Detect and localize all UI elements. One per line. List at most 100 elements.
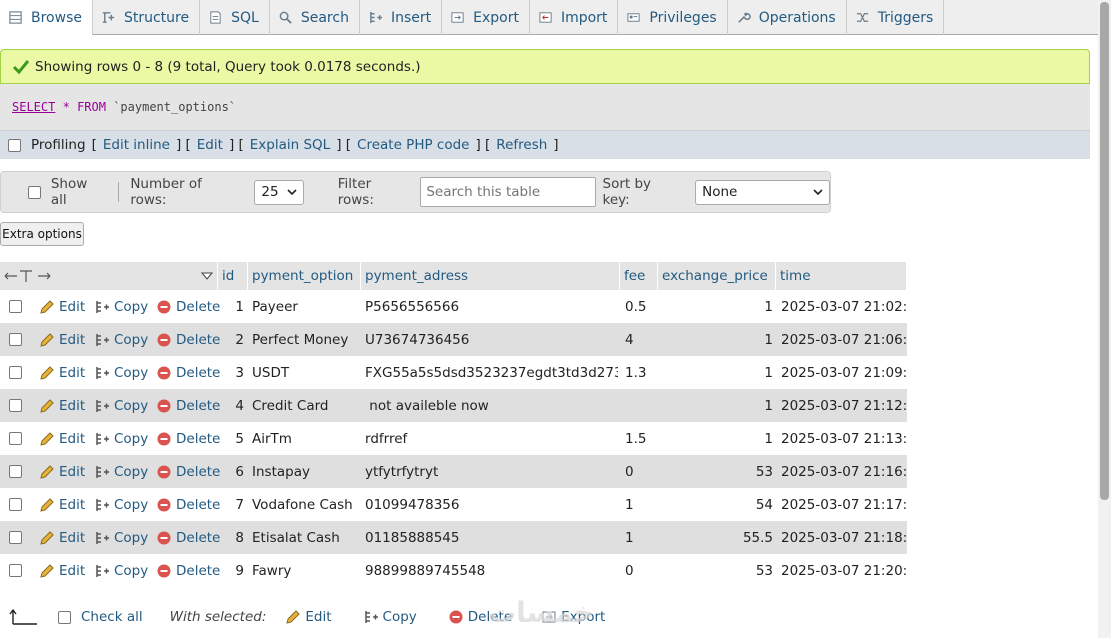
cell-pyment-adress[interactable]: ytfytrfytryt xyxy=(365,455,618,488)
cell-pyment-option[interactable]: Perfect Money xyxy=(252,323,358,356)
cell-pyment-adress[interactable]: FXG55a5s5dsd3523237egdt3td3d273g003 xyxy=(365,356,618,389)
column-header-pyment-option[interactable]: pyment_option xyxy=(248,262,361,290)
row-delete-button[interactable]: Delete xyxy=(156,563,220,579)
column-header-pyment-adress[interactable]: pyment_adress xyxy=(361,262,620,290)
sort-by-key-select[interactable]: None xyxy=(695,179,831,205)
check-all-label[interactable]: Check all xyxy=(81,609,143,625)
cell-pyment-adress[interactable]: not availeble now xyxy=(365,389,618,422)
column-toggle-header[interactable] xyxy=(0,262,218,290)
cell-time[interactable]: 2025-03-07 21:18:31 xyxy=(781,521,907,554)
cell-time[interactable]: 2025-03-07 21:02:25 xyxy=(781,290,907,323)
cell-pyment-option[interactable]: Payeer xyxy=(252,290,358,323)
cell-pyment-option[interactable]: Vodafone Cash xyxy=(252,488,358,521)
row-copy-button[interactable]: Copy xyxy=(94,464,148,480)
edit-inline-link[interactable]: Edit inline xyxy=(103,137,170,153)
tab-sql[interactable]: SQL xyxy=(200,0,270,35)
tab-structure[interactable]: Structure xyxy=(93,0,201,35)
column-dropdown-icon[interactable] xyxy=(201,272,213,280)
cell-id[interactable]: 4 xyxy=(218,389,244,422)
row-delete-button[interactable]: Delete xyxy=(156,299,220,315)
row-checkbox[interactable] xyxy=(9,498,22,511)
row-edit-button[interactable]: Edit xyxy=(39,530,85,546)
tab-triggers[interactable]: Triggers xyxy=(847,0,945,35)
cell-time[interactable]: 2025-03-07 21:16:16 xyxy=(781,455,907,488)
row-copy-button[interactable]: Copy xyxy=(94,530,148,546)
row-delete-button[interactable]: Delete xyxy=(156,530,220,546)
row-checkbox[interactable] xyxy=(9,531,22,544)
row-edit-button[interactable]: Edit xyxy=(39,464,85,480)
refresh-link[interactable]: Refresh xyxy=(496,137,547,153)
cell-exchange-price[interactable]: 53 xyxy=(658,554,773,587)
tab-privileges[interactable]: Privileges xyxy=(618,0,728,35)
cell-fee[interactable]: 0 xyxy=(625,554,657,587)
cell-time[interactable]: 2025-03-07 21:09:10 xyxy=(781,356,907,389)
cell-pyment-adress[interactable]: rdfrref xyxy=(365,422,618,455)
row-checkbox[interactable] xyxy=(9,333,22,346)
sql-query-box[interactable]: SELECT * FROM `payment_options` xyxy=(0,84,1090,130)
column-header-time[interactable]: time xyxy=(776,262,907,290)
row-edit-button[interactable]: Edit xyxy=(39,299,85,315)
row-edit-button[interactable]: Edit xyxy=(39,563,85,579)
cell-exchange-price[interactable]: 54 xyxy=(658,488,773,521)
cell-pyment-option[interactable]: Etisalat Cash xyxy=(252,521,358,554)
row-delete-button[interactable]: Delete xyxy=(156,497,220,513)
cell-pyment-option[interactable]: USDT xyxy=(252,356,358,389)
check-all-checkbox[interactable] xyxy=(58,610,71,624)
cell-exchange-price[interactable]: 1 xyxy=(658,389,773,422)
cell-id[interactable]: 8 xyxy=(218,521,244,554)
row-edit-button[interactable]: Edit xyxy=(39,497,85,513)
cell-pyment-option[interactable]: AirTm xyxy=(252,422,358,455)
show-all-checkbox[interactable] xyxy=(28,185,41,199)
create-php-code-link[interactable]: Create PHP code xyxy=(357,137,469,153)
resize-columns-icon[interactable] xyxy=(4,269,52,283)
cell-id[interactable]: 6 xyxy=(218,455,244,488)
cell-fee[interactable] xyxy=(625,389,657,422)
cell-pyment-option[interactable]: Fawry xyxy=(252,554,358,587)
tab-insert[interactable]: Insert xyxy=(360,0,443,35)
cell-fee[interactable]: 0.5 xyxy=(625,290,657,323)
sql-keyword-select[interactable]: SELECT xyxy=(12,100,55,114)
filter-rows-input[interactable]: Search this table xyxy=(420,177,596,207)
cell-fee[interactable]: 1.3 xyxy=(625,356,657,389)
vertical-scrollbar[interactable] xyxy=(1098,0,1111,638)
cell-fee[interactable]: 4 xyxy=(625,323,657,356)
row-copy-button[interactable]: Copy xyxy=(94,497,148,513)
row-checkbox[interactable] xyxy=(9,300,22,313)
row-delete-button[interactable]: Delete xyxy=(156,332,220,348)
row-edit-button[interactable]: Edit xyxy=(39,365,85,381)
tab-operations[interactable]: Operations xyxy=(728,0,847,35)
row-copy-button[interactable]: Copy xyxy=(94,563,148,579)
tab-search[interactable]: Search xyxy=(270,0,360,35)
cell-time[interactable]: 2025-03-07 21:20:32 xyxy=(781,554,907,587)
cell-id[interactable]: 5 xyxy=(218,422,244,455)
scrollbar-thumb[interactable] xyxy=(1100,2,1109,500)
row-delete-button[interactable]: Delete xyxy=(156,398,220,414)
explain-sql-link[interactable]: Explain SQL xyxy=(250,137,330,153)
bulk-edit-button[interactable]: Edit xyxy=(285,609,332,625)
cell-id[interactable]: 7 xyxy=(218,488,244,521)
cell-exchange-price[interactable]: 53 xyxy=(658,455,773,488)
cell-exchange-price[interactable]: 1 xyxy=(658,323,773,356)
row-checkbox[interactable] xyxy=(9,399,22,412)
cell-exchange-price[interactable]: 1 xyxy=(658,356,773,389)
bulk-export-button[interactable]: Export xyxy=(541,609,605,625)
cell-pyment-adress[interactable]: 98899889745548 xyxy=(365,554,618,587)
row-edit-button[interactable]: Edit xyxy=(39,398,85,414)
extra-options-button[interactable]: Extra options xyxy=(0,222,84,246)
column-header-exchange-price[interactable]: exchange_price xyxy=(658,262,776,290)
cell-time[interactable]: 2025-03-07 21:12:02 xyxy=(781,389,907,422)
row-copy-button[interactable]: Copy xyxy=(94,398,148,414)
row-copy-button[interactable]: Copy xyxy=(94,431,148,447)
row-copy-button[interactable]: Copy xyxy=(94,332,148,348)
row-checkbox[interactable] xyxy=(9,564,22,577)
cell-time[interactable]: 2025-03-07 21:06:47 xyxy=(781,323,907,356)
cell-pyment-adress[interactable]: P5656556566 xyxy=(365,290,618,323)
cell-id[interactable]: 2 xyxy=(218,323,244,356)
cell-pyment-option[interactable]: Credit Card xyxy=(252,389,358,422)
cell-id[interactable]: 9 xyxy=(218,554,244,587)
cell-pyment-adress[interactable]: 01185888545 xyxy=(365,521,618,554)
row-copy-button[interactable]: Copy xyxy=(94,299,148,315)
bulk-delete-button[interactable]: Delete xyxy=(448,609,512,625)
bulk-copy-button[interactable]: Copy xyxy=(363,609,417,625)
row-checkbox[interactable] xyxy=(9,366,22,379)
